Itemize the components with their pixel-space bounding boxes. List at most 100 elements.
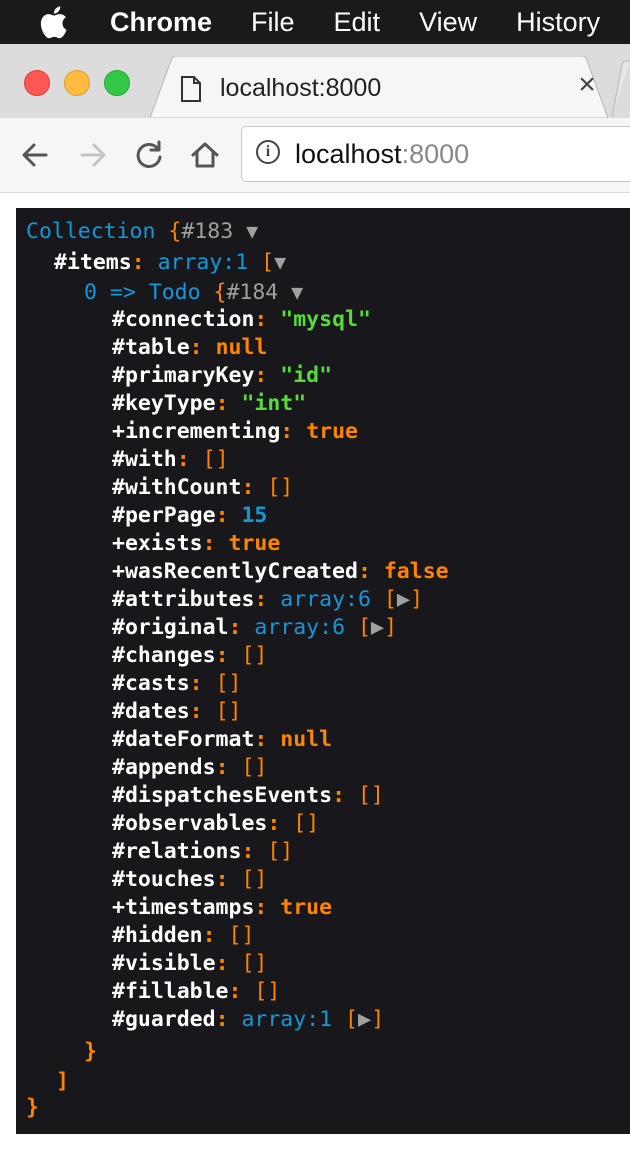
property-row: #table: null [112,334,267,362]
colon: : [215,755,229,780]
close-root-brace: } [26,1095,39,1120]
open-brace: { [168,219,182,244]
close-bracket: ] [384,615,398,640]
back-arrow-icon[interactable] [18,138,52,172]
colon: : [176,447,190,472]
property-value: null [280,727,333,752]
colon: : [241,839,255,864]
property-row: #withCount: [] [112,474,293,502]
property-value: [] [241,951,268,976]
property-key: #table [112,335,190,360]
tab-close-icon[interactable]: × [574,70,600,100]
property-row: +incrementing: true [112,418,358,446]
url-text[interactable]: localhost:8000 [295,139,469,170]
property-row: +wasRecentlyCreated: false [112,558,449,586]
collapse-triangle-icon[interactable]: ▼ [274,250,286,274]
property-key: #with [112,447,177,472]
var-dump-panel: Collection {#183 ▼ #items: array:1 [▼ 0 … [16,208,630,1134]
close-bracket: ] [410,587,424,612]
property-row: #casts: [] [112,670,241,698]
reload-icon[interactable] [132,138,166,172]
new-tab-button[interactable] [612,60,630,118]
item-index: 0 [84,280,97,305]
property-key: #visible [112,951,216,976]
property-value: array:6 [280,587,371,612]
close-items-bracket: ] [56,1069,69,1094]
property-value: [] [254,979,281,1004]
property-key: #changes [112,643,216,668]
menu-edit[interactable]: Edit [334,7,381,38]
address-bar[interactable]: i localhost:8000 [241,126,630,182]
property-key: #dates [112,699,190,724]
property-value: [] [202,447,229,472]
dump-items-line: #items: array:1 [▼ [54,248,286,276]
property-value: false [383,559,449,584]
property-row: #perPage: 15 [112,502,267,530]
property-row: #keyType: "int" [112,390,306,418]
property-value: null [215,335,268,360]
property-key: +timestamps [112,895,255,920]
colon: : [215,951,229,976]
property-row: #relations: [] [112,838,293,866]
property-key: #original [112,615,229,640]
property-value: true [280,895,333,920]
property-row: +timestamps: true [112,894,332,922]
property-value: true [228,531,281,556]
property-value: "mysql" [280,307,371,332]
collapse-triangle-icon[interactable]: ▼ [246,219,258,243]
colon: : [189,699,203,724]
colon: : [254,895,268,920]
colon: : [202,923,216,948]
tab-active[interactable]: localhost:8000 × [150,56,608,118]
close-bracket: ] [371,1007,385,1032]
property-key: #casts [112,671,190,696]
open-bracket: [ [383,587,397,612]
expand-triangle-icon[interactable]: ▶ [358,1007,371,1032]
colon: : [189,671,203,696]
collapse-triangle-icon[interactable]: ▼ [291,280,303,304]
property-row: #fillable: [] [112,978,280,1006]
property-value: "id" [280,363,333,388]
apple-icon[interactable] [38,4,72,40]
property-row: #dates: [] [112,698,241,726]
property-value: [] [267,839,294,864]
property-row: #guarded: array:1 [▶] [112,1006,384,1034]
colon: : [215,643,229,668]
dump-root-line: Collection {#183 ▼ [26,217,258,245]
property-key: #dispatchesEvents [112,783,333,808]
property-row: #attributes: array:6 [▶] [112,586,423,614]
item-ref: #184 [226,280,279,305]
property-key: #fillable [112,979,229,1004]
property-row: #hidden: [] [112,922,254,950]
property-key: #guarded [112,1007,216,1032]
expand-triangle-icon[interactable]: ▶ [371,615,384,640]
menu-view[interactable]: View [419,7,477,38]
property-row: #observables: [] [112,810,319,838]
menu-history[interactable]: History [516,7,600,38]
property-value: [] [293,811,320,836]
property-row: #visible: [] [112,950,267,978]
property-row: +exists: true [112,530,280,558]
property-row: #dispatchesEvents: [] [112,782,384,810]
property-value: array:1 [241,1007,333,1032]
window-zoom-button[interactable] [104,70,130,96]
property-row: #changes: [] [112,642,267,670]
property-value: "int" [241,391,307,416]
menu-file[interactable]: File [251,7,295,38]
expand-triangle-icon[interactable]: ▶ [397,587,410,612]
property-key: #primaryKey [112,363,255,388]
colon: : [215,1007,229,1032]
colon: : [254,727,268,752]
property-row: #appends: [] [112,754,267,782]
site-info-icon[interactable]: i [256,140,280,164]
colon: : [228,979,242,1004]
window-close-button[interactable] [24,70,50,96]
tab-title: localhost:8000 [220,74,382,102]
forward-arrow-icon[interactable] [76,138,110,172]
menu-app-name[interactable]: Chrome [110,7,212,38]
colon: : [254,307,268,332]
property-key: +wasRecentlyCreated [112,559,358,584]
home-icon[interactable] [188,138,222,172]
window-minimize-button[interactable] [64,70,90,96]
property-value: [] [215,699,242,724]
